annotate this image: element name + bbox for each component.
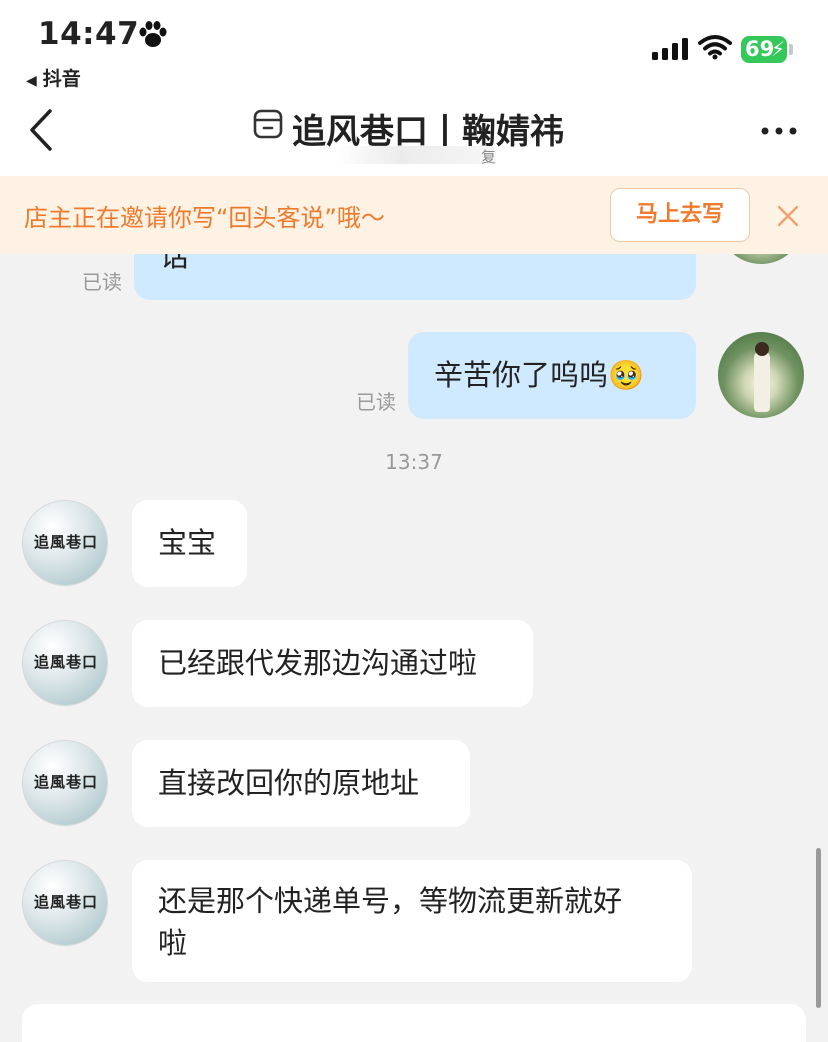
shop-avatar-text: 追風巷口 [33,893,98,911]
review-invite-banner: 店主正在邀请你写“回头客说”哦～ 马上去写 [0,176,828,254]
shop-avatar[interactable]: 追風巷口 [22,860,108,946]
back-chevron-icon[interactable] [28,108,54,152]
status-time: 14:47 [38,16,140,52]
banner-text: 店主正在邀请你写“回头客说”哦～ [24,204,385,232]
write-review-button[interactable]: 马上去写 [610,188,750,242]
scrollbar[interactable] [816,848,821,1008]
back-to-app-link[interactable]: ◀ 抖音 [26,64,81,91]
shop-icon [253,109,283,139]
shop-message-bubble[interactable]: 直接改回你的原地址 [132,740,470,827]
shop-avatar-text: 追風巷口 [33,653,98,671]
message-text-line2: 啦 [158,926,188,960]
shop-avatar[interactable]: 追風巷口 [22,740,108,826]
wifi-icon [698,35,732,60]
signal-icon [652,38,688,60]
back-triangle-icon: ◀ [26,73,37,89]
back-app-label: 抖音 [42,68,81,90]
read-receipt: 已读 [356,390,396,414]
message-timestamp: 13:37 [385,450,443,474]
message-text: 还是那个快递单号，等物流更新就好 [158,884,623,918]
message-text: 宝宝 [158,526,217,560]
chat-area[interactable]: 已读 话 已读 辛苦你了呜呜🥹 13:37 追風巷口 宝宝 追風巷口 已经跟代发… [0,254,828,1042]
battery-cap [789,44,793,55]
my-avatar [718,254,804,264]
my-message-bubble[interactable]: 辛苦你了呜呜🥹 [408,332,696,419]
message-text: 话 [160,254,190,273]
more-options-icon[interactable] [760,126,798,136]
message-text: 直接改回你的原地址 [158,766,420,800]
shop-avatar-text: 追風巷口 [33,773,98,791]
charging-bolt-icon: ⚡ [770,37,785,61]
chat-subtitle: 复 [336,146,496,166]
close-icon[interactable] [776,204,800,228]
top-bar: 14:47 ◀ 抖音 69 ⚡ 追风巷口丨鞠婧祎 复 [0,0,828,177]
shop-avatar[interactable]: 追風巷口 [22,620,108,706]
my-message-bubble[interactable]: 话 [134,254,696,300]
shop-avatar-text: 追風巷口 [33,533,98,551]
read-receipt: 已读 [82,270,122,294]
shop-message-bubble[interactable]: 还是那个快递单号，等物流更新就好 啦 [132,860,692,982]
bottom-card [22,1004,806,1042]
my-avatar[interactable] [718,332,804,418]
battery-level: 69 [745,37,775,61]
battery-icon: 69 ⚡ [741,36,787,63]
message-text: 辛苦你了呜呜🥹 [434,358,645,392]
paw-icon [139,21,167,47]
message-text: 已经跟代发那边沟通过啦 [158,646,478,680]
shop-avatar[interactable]: 追風巷口 [22,500,108,586]
shop-message-bubble[interactable]: 已经跟代发那边沟通过啦 [132,620,533,707]
shop-message-bubble[interactable]: 宝宝 [132,500,247,587]
